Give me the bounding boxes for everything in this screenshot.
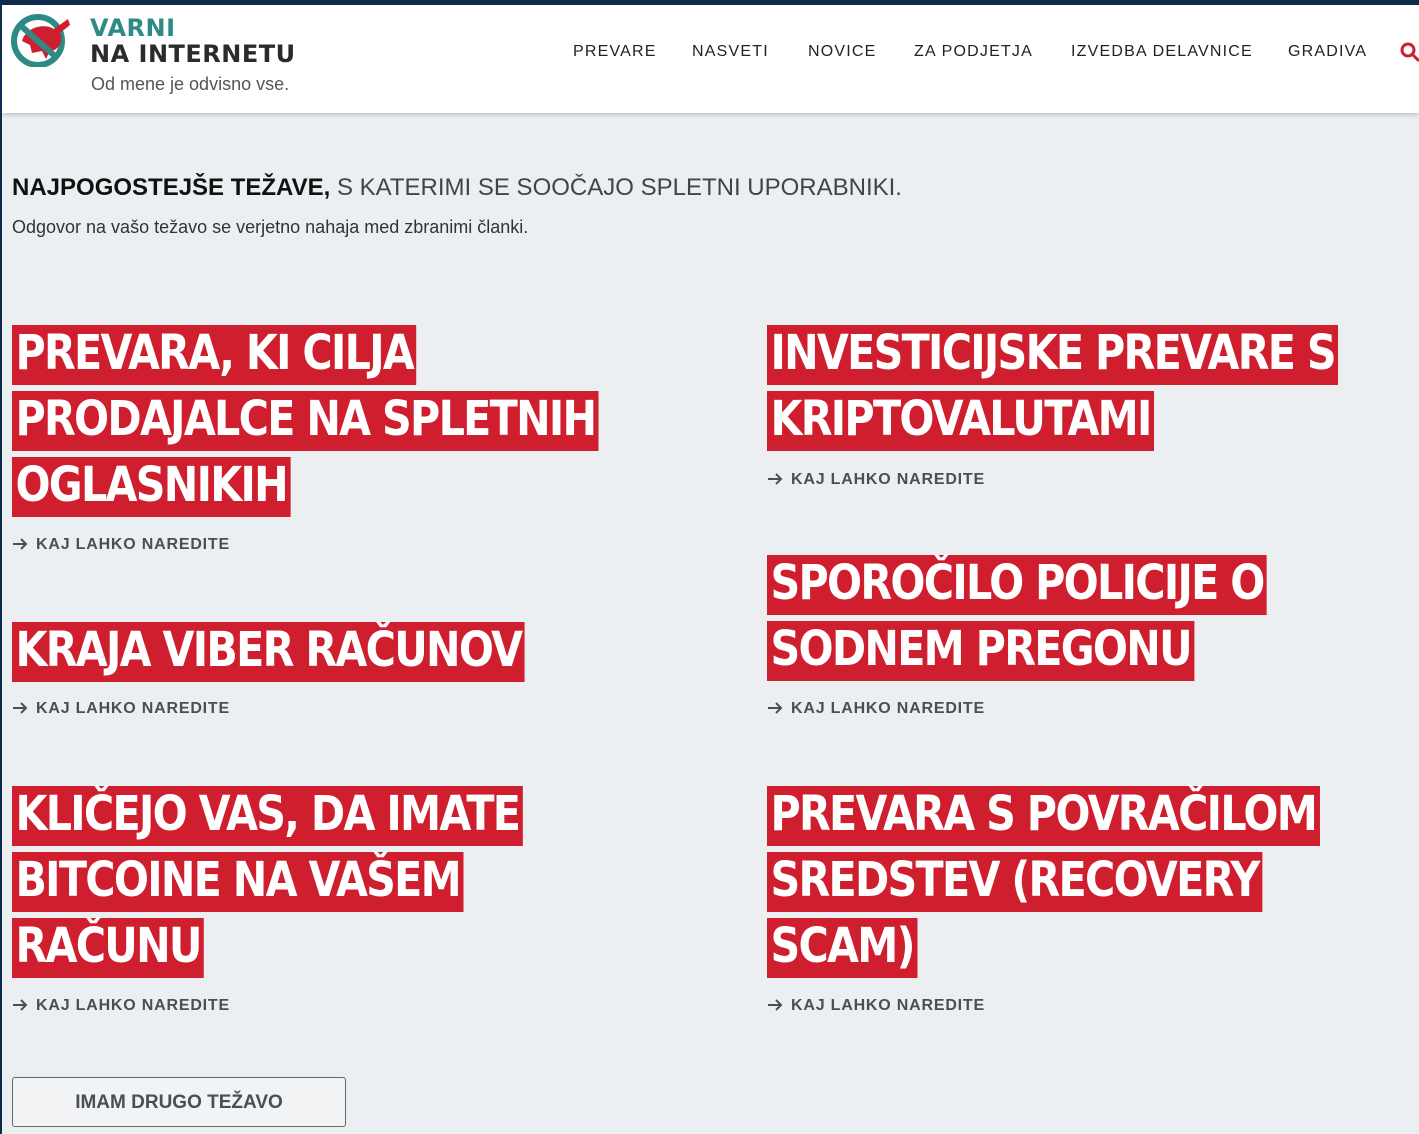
card-title-line: PREVARA S POVRAČILOM bbox=[767, 786, 1320, 846]
card-link-label: KAJ LAHKO NAREDITE bbox=[791, 471, 985, 488]
card-link-recovery-scam[interactable]: KAJ LAHKO NAREDITE bbox=[767, 996, 985, 1016]
section-title-bold: NAJPOGOSTEJŠE TEŽAVE, bbox=[12, 174, 331, 201]
card-title-line: KRAJA VIBER RAČUNOV bbox=[12, 622, 525, 682]
card-title-policija[interactable]: SPOROČILO POLICIJE O SODNEM PREGONU bbox=[767, 550, 1268, 682]
card-title-line: SODNEM PREGONU bbox=[767, 621, 1195, 681]
arrow-right-icon bbox=[768, 999, 783, 1011]
card-link-label: KAJ LAHKO NAREDITE bbox=[36, 997, 230, 1014]
search-icon[interactable] bbox=[1400, 42, 1419, 62]
other-problem-button[interactable]: IMAM DRUGO TEŽAVO bbox=[12, 1077, 346, 1127]
logo-icon[interactable] bbox=[10, 11, 76, 67]
card-link-label: KAJ LAHKO NAREDITE bbox=[791, 997, 985, 1014]
card-link-policija[interactable]: KAJ LAHKO NAREDITE bbox=[767, 699, 985, 719]
card-link-viber[interactable]: KAJ LAHKO NAREDITE bbox=[12, 699, 230, 719]
card-title-line: SREDSTEV (RECOVERY bbox=[767, 852, 1263, 912]
card-link-investicijske[interactable]: KAJ LAHKO NAREDITE bbox=[767, 470, 985, 490]
card-link-bitcoini[interactable]: KAJ LAHKO NAREDITE bbox=[12, 996, 230, 1016]
card-title-line: SPOROČILO POLICIJE O bbox=[767, 555, 1268, 615]
nav-item-novice[interactable]: NOVICE bbox=[808, 41, 877, 63]
nav-item-izvedba-delavnice[interactable]: IZVEDBA DELAVNICE bbox=[1071, 41, 1253, 63]
card-link-label: KAJ LAHKO NAREDITE bbox=[36, 700, 230, 717]
arrow-right-icon bbox=[13, 999, 28, 1011]
card-link-label: KAJ LAHKO NAREDITE bbox=[791, 700, 985, 717]
page: VARNI NA INTERNETU Od mene je odvisno vs… bbox=[2, 5, 1419, 1134]
logo-text-line2[interactable]: NA INTERNETU bbox=[90, 41, 296, 67]
arrow-right-icon bbox=[768, 702, 783, 714]
card-link-label: KAJ LAHKO NAREDITE bbox=[36, 536, 230, 553]
card-title-line: PRODAJALCE NA SPLETNIH bbox=[12, 391, 599, 451]
card-title-investicijske[interactable]: INVESTICIJSKE PREVARE S KRIPTOVALUTAMI bbox=[767, 320, 1339, 452]
card-title-viber[interactable]: KRAJA VIBER RAČUNOV bbox=[12, 617, 525, 683]
card-title-line: RAČUNU bbox=[12, 918, 205, 978]
card-title-line: SCAM) bbox=[767, 918, 918, 978]
card-title-bitcoini[interactable]: KLIČEJO VAS, DA IMATE BITCOINE NA VAŠEM … bbox=[12, 781, 523, 979]
card-title-line: OGLASNIKIH bbox=[12, 457, 291, 517]
logo-tagline: Od mene je odvisno vse. bbox=[91, 74, 290, 94]
arrow-right-icon bbox=[13, 538, 28, 550]
nav-item-gradiva[interactable]: GRADIVA bbox=[1288, 41, 1367, 63]
logo-text-line1[interactable]: VARNI bbox=[90, 15, 176, 41]
site-header: VARNI NA INTERNETU Od mene je odvisno vs… bbox=[2, 5, 1419, 113]
section-title-light: S KATERIMI SE SOOČAJO SPLETNI UPORABNIKI… bbox=[330, 174, 902, 201]
nav-item-nasveti[interactable]: NASVETI bbox=[692, 41, 769, 63]
card-title-line: INVESTICIJSKE PREVARE S bbox=[767, 325, 1339, 385]
card-title-line: BITCOINE NA VAŠEM bbox=[12, 852, 464, 912]
card-link-prodajalci[interactable]: KAJ LAHKO NAREDITE bbox=[12, 535, 230, 555]
nav-item-prevare[interactable]: PREVARE bbox=[573, 41, 657, 63]
arrow-right-icon bbox=[768, 473, 783, 485]
card-title-recovery-scam[interactable]: PREVARA S POVRAČILOM SREDSTEV (RECOVERY … bbox=[767, 781, 1320, 979]
card-title-line: PREVARA, KI CILJA bbox=[12, 325, 417, 385]
card-title-prodajalci[interactable]: PREVARA, KI CILJA PRODAJALCE NA SPLETNIH… bbox=[12, 320, 599, 518]
card-title-line: KRIPTOVALUTAMI bbox=[767, 391, 1155, 451]
arrow-right-icon bbox=[13, 702, 28, 714]
section-title: NAJPOGOSTEJŠE TEŽAVE, S KATERIMI SE SOOČ… bbox=[12, 173, 902, 203]
nav-item-za-podjetja[interactable]: ZA PODJETJA bbox=[914, 41, 1033, 63]
section-subtitle: Odgovor na vašo težavo se verjetno nahaj… bbox=[12, 217, 529, 237]
card-title-line: KLIČEJO VAS, DA IMATE bbox=[12, 786, 523, 846]
